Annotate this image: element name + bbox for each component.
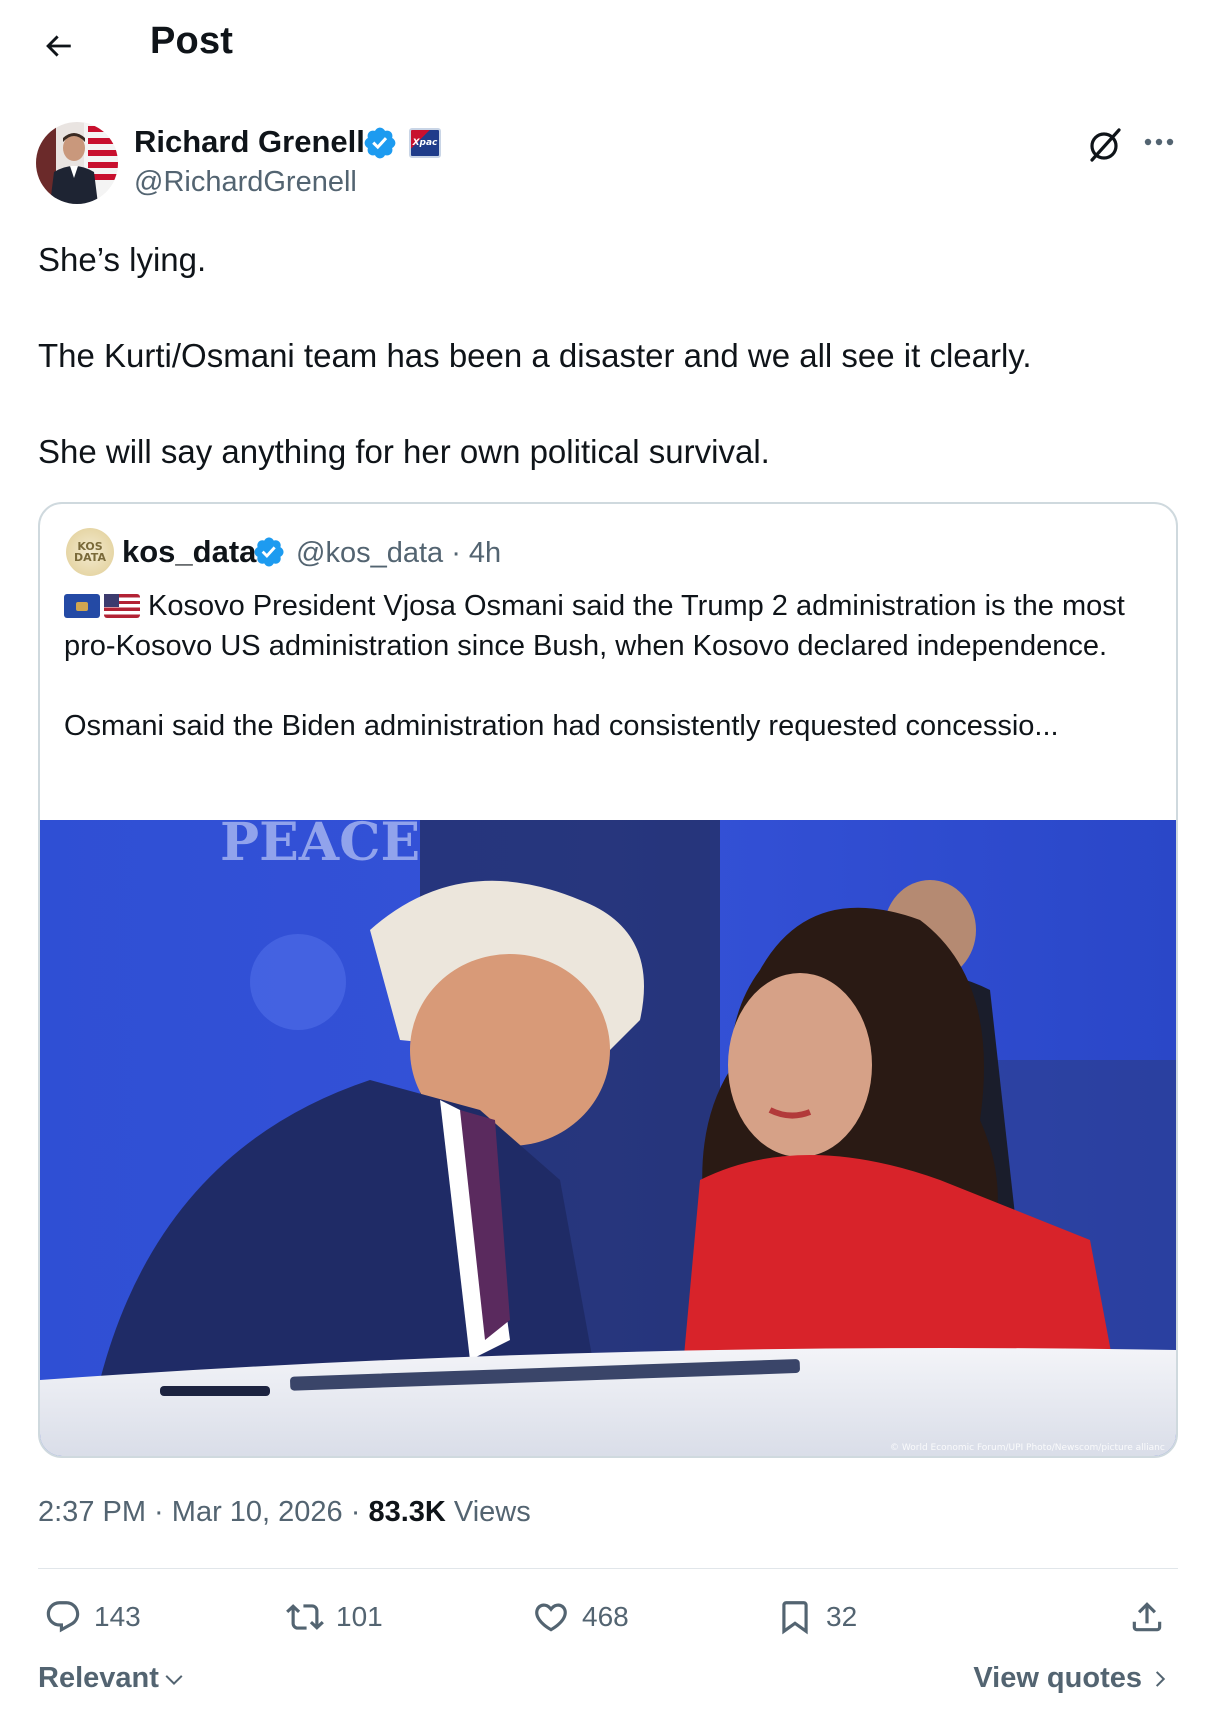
more-options-button[interactable] [1136,122,1182,162]
back-button[interactable] [38,26,78,66]
reply-icon [46,1601,80,1633]
view-quotes-link[interactable]: View quotes [973,1662,1170,1695]
divider [38,1568,1178,1569]
sort-replies-dropdown[interactable]: Relevant [38,1662,185,1695]
action-bar: 143 101 468 32 [38,1594,1178,1640]
quoted-paragraph: Kosovo President Vjosa Osmani said the T… [64,586,1164,666]
views-count: 83.3K [368,1496,446,1528]
post-paragraph: The Kurti/Osmani team has been a disaste… [38,337,1032,374]
post-page: Post Richard Grenell Xpac @RichardGrenel… [0,0,1212,1718]
chevron-down-icon [165,1674,183,1685]
post-text: She’s lying. The Kurti/Osmani team has b… [38,240,1178,528]
kosovo-flag-icon [64,594,100,618]
photo: PEACE © World Economic Forum/UPI Photo/N… [40,820,1176,1456]
repost-button[interactable]: 101 [286,1594,383,1640]
meta-separator: · [146,1496,172,1528]
page-title: Post [150,20,234,62]
author-handle[interactable]: @RichardGrenell [134,166,357,199]
view-quotes-label: View quotes [973,1662,1142,1694]
banner-text: PEACE [220,820,420,873]
bookmark-count: 32 [826,1601,858,1632]
quoted-author-name[interactable]: kos_data [122,534,256,570]
quoted-post-text: Kosovo President Vjosa Osmani said the T… [64,586,1164,746]
quoted-post-card[interactable]: KOS DATA kos_data @kos_data · 4h Kosovo … [38,502,1178,1458]
more-dots-icon [1144,138,1174,146]
post-time[interactable]: 2:37 PM [38,1496,146,1528]
views-label: Views [453,1496,531,1528]
like-button[interactable]: 468 [532,1594,629,1640]
share-icon [1132,1602,1162,1632]
sort-label: Relevant [38,1662,159,1694]
quoted-author-handle[interactable]: @kos_data · 4h [296,537,501,570]
share-button[interactable] [1128,1594,1166,1640]
heart-icon [535,1603,567,1632]
repost-count: 101 [336,1601,383,1632]
quoted-post-image[interactable]: PEACE © World Economic Forum/UPI Photo/N… [40,820,1176,1456]
quoted-paragraph-text: Kosovo President Vjosa Osmani said the T… [64,590,1125,662]
avatar-image [36,122,118,204]
bookmark-icon [782,1601,808,1635]
author-avatar[interactable] [36,122,118,204]
top-bar: Post [0,0,1212,90]
affiliate-badge[interactable]: Xpac [409,128,441,158]
author-name[interactable]: Richard Grenell [134,124,365,160]
post-paragraph: She will say anything for her own politi… [38,433,770,470]
verified-badge-icon[interactable] [252,535,286,569]
post-paragraph: She’s lying. [38,241,207,278]
verified-badge-icon[interactable] [362,125,398,161]
quoted-author-avatar[interactable]: KOS DATA [66,528,114,576]
quoted-paragraph: Osmani said the Biden administration had… [64,710,1059,742]
grok-icon [1090,128,1121,162]
grok-button[interactable] [1082,122,1128,168]
image-credit: © World Economic Forum/UPI Photo/Newscom… [890,1443,1165,1453]
reply-count: 143 [94,1601,141,1632]
reply-button[interactable]: 143 [44,1594,141,1640]
chevron-right-icon [1155,1670,1166,1687]
post-meta: 2:37 PM · Mar 10, 2026 · 83.3K Views [38,1496,531,1529]
bookmark-button[interactable]: 32 [776,1594,857,1640]
post-date[interactable]: Mar 10, 2026 [172,1496,343,1528]
meta-separator: · [342,1496,369,1528]
repost-icon [286,1604,324,1630]
us-flag-icon [104,594,140,618]
arrow-left-icon [46,35,71,57]
like-count: 468 [582,1601,629,1632]
